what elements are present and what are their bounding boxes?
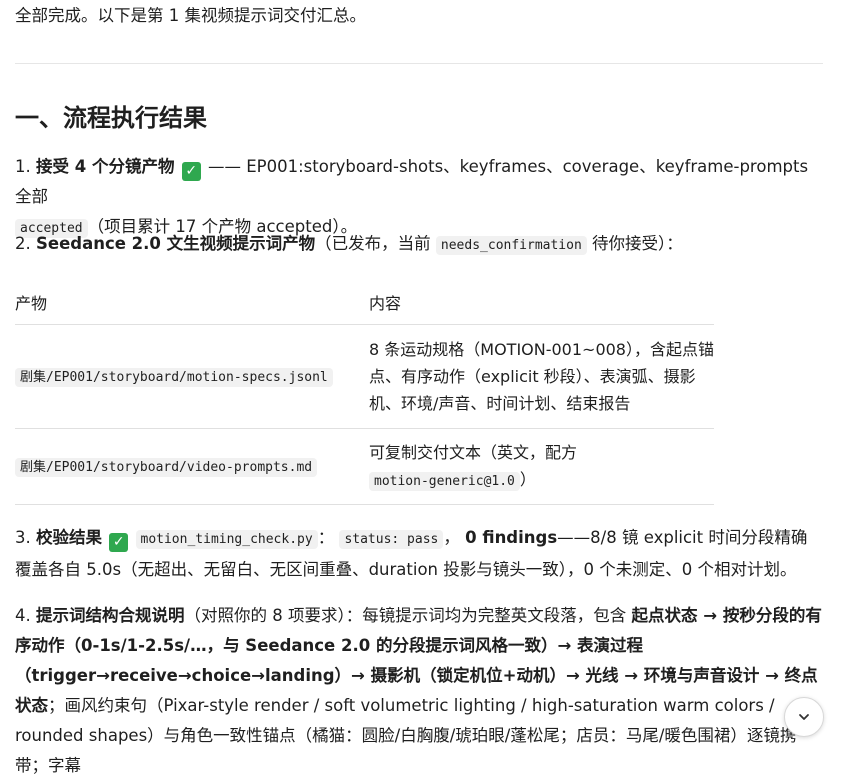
inline-code: needs_confirmation <box>435 236 587 255</box>
table-header-row: 产物 内容 <box>15 280 714 325</box>
item-bold: 0 findings <box>465 528 558 547</box>
item-bold: 校验结果 <box>36 528 102 547</box>
check-mark-icon: ✓ <box>181 162 201 181</box>
file-path[interactable]: 剧集/EP001/storyboard/motion-specs.jsonl <box>15 368 333 387</box>
table-row: 剧集/EP001/storyboard/video-prompts.md 可复制… <box>15 428 714 505</box>
item-text: ；画风约束句（Pixar-style render / soft volumet… <box>15 696 797 775</box>
item-text: 待你接受）： <box>592 234 683 253</box>
inline-code: status: pass <box>339 530 444 549</box>
item-text: ， <box>443 528 460 547</box>
list-item-2: 2. Seedance 2.0 文生视频提示词产物（已发布，当前 needs_c… <box>15 229 823 261</box>
scroll-to-bottom-button[interactable] <box>784 697 824 737</box>
table-cell-content: 可复制交付文本（英文，配方 motion-generic@1.0） <box>369 428 714 505</box>
item-text: （已发布，当前 <box>315 234 431 253</box>
item-number: 2. <box>15 234 31 253</box>
item-text: ： <box>317 528 335 547</box>
artifact-table: 产物 内容 剧集/EP001/storyboard/motion-specs.j… <box>15 280 714 505</box>
list-item-4: 4. 提示词结构合规说明（对照你的 8 项要求）：每镜提示词均为完整英文段落，包… <box>15 601 823 781</box>
intro-text: 全部完成。以下是第 1 集视频提示词交付汇总。 <box>15 6 366 25</box>
item-bold: Seedance 2.0 文生视频提示词产物 <box>36 234 316 253</box>
check-mark-icon: ✓ <box>109 533 129 552</box>
chevron-down-icon <box>799 714 809 720</box>
item-bold: 接受 4 个分镜产物 <box>36 157 175 176</box>
table-cell-file: 剧集/EP001/storyboard/motion-specs.jsonl <box>15 324 369 429</box>
section-title: 一、流程执行结果 <box>15 104 207 132</box>
table-header: 产物 <box>15 280 369 325</box>
item-number: 4. <box>15 606 31 625</box>
inline-code: motion-generic@1.0 <box>369 471 520 491</box>
item-bold: 提示词结构合规说明 <box>36 606 185 625</box>
item-number: 3. <box>15 528 31 547</box>
list-item-3: 3. 校验结果 ✓ motion_timing_check.py： status… <box>15 523 823 585</box>
table-row: 剧集/EP001/storyboard/motion-specs.jsonl 8… <box>15 324 714 429</box>
item-text: （对照你的 8 项要求）：每镜提示词均为完整英文段落，包含 <box>184 606 627 625</box>
file-path[interactable]: 剧集/EP001/storyboard/video-prompts.md <box>15 458 318 477</box>
cell-text: 可复制交付文本（英文，配方 <box>369 442 578 462</box>
cell-text: ） <box>519 469 536 489</box>
divider <box>15 63 823 64</box>
table-cell-file: 剧集/EP001/storyboard/video-prompts.md <box>15 428 369 505</box>
table-header: 内容 <box>369 280 714 325</box>
item-number: 1. <box>15 157 31 176</box>
table-cell-content: 8 条运动规格（MOTION-001~008），含起点锚点、有序动作（expli… <box>369 324 714 429</box>
inline-code: motion_timing_check.py <box>135 530 318 549</box>
